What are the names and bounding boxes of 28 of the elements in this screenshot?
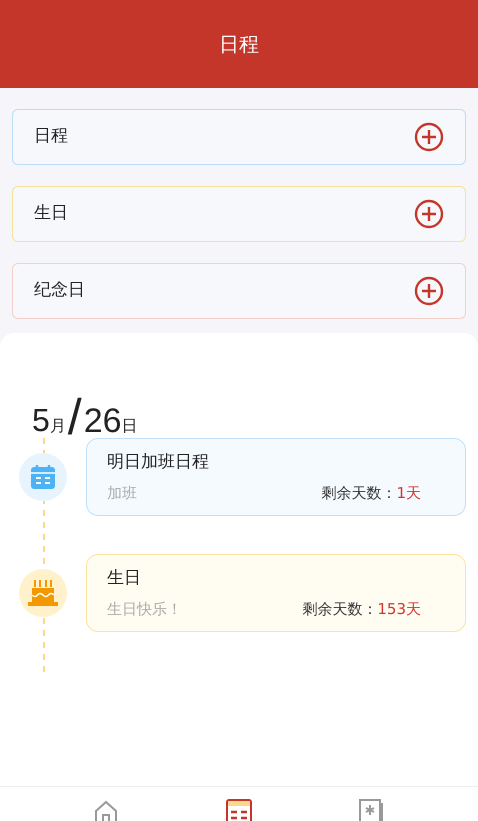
category-row[interactable]: 日程 [12, 109, 466, 165]
page-title: 日程 [219, 31, 259, 58]
event-card[interactable]: 明日加班日程 加班 剩余天数：1天 [86, 438, 466, 516]
add-icon[interactable] [414, 199, 444, 229]
remaining-days: 剩余天数：153天 [302, 598, 421, 620]
category-label: 日程 [34, 125, 68, 148]
add-icon[interactable] [414, 276, 444, 306]
calendar-icon [29, 463, 57, 491]
month-number: 5 [32, 404, 50, 436]
event-note: 生日快乐！ [107, 598, 182, 620]
event-title: 明日加班日程 [107, 451, 210, 474]
event-title: 生日 [107, 567, 142, 590]
cake-icon [27, 578, 59, 608]
event-card[interactable]: 生日 生日快乐！ 剩余天数：153天 [86, 554, 466, 632]
add-icon[interactable] [414, 122, 444, 152]
day-number: 26 [84, 404, 122, 438]
note-tab-icon[interactable] [358, 799, 385, 821]
month-unit: 月 [50, 415, 66, 437]
category-row[interactable]: 纪念日 [12, 263, 466, 319]
event-note: 加班 [107, 482, 137, 504]
category-label: 纪念日 [34, 279, 85, 302]
category-row[interactable]: 生日 [12, 186, 466, 242]
home-tab-icon[interactable] [93, 799, 120, 821]
calendar-tab-icon[interactable] [226, 799, 252, 821]
date-separator: / [68, 392, 82, 442]
category-label: 生日 [34, 202, 68, 226]
day-unit: 日 [122, 415, 138, 437]
remaining-days: 剩余天数：1天 [321, 482, 421, 504]
